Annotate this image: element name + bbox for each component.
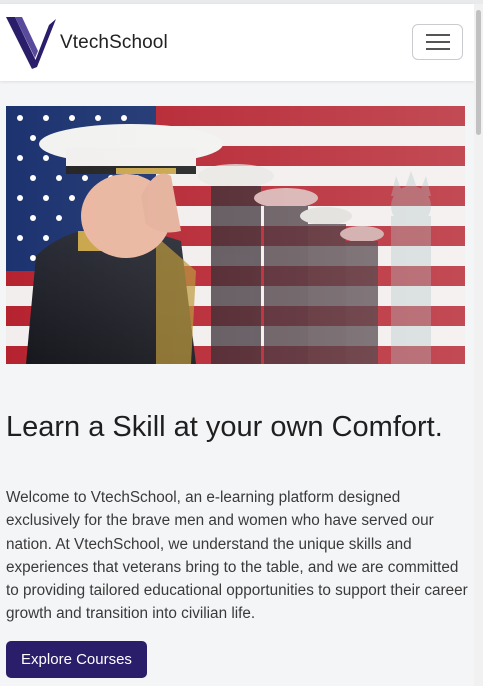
hamburger-menu-icon <box>425 34 450 50</box>
explore-courses-button[interactable]: Explore Courses <box>6 641 147 678</box>
brand-name: VtechSchool <box>60 32 168 53</box>
hero-image <box>6 106 465 364</box>
brand[interactable]: VtechSchool <box>6 17 168 69</box>
v-logo-icon <box>6 17 56 69</box>
navbar: VtechSchool <box>0 4 474 81</box>
intro-paragraph: Welcome to VtechSchool, an e-learning pl… <box>6 489 468 623</box>
scrollbar-thumb[interactable] <box>476 10 481 135</box>
page-headline: Learn a Skill at your own Comfort. <box>6 411 443 443</box>
menu-toggle-button[interactable] <box>412 24 463 60</box>
